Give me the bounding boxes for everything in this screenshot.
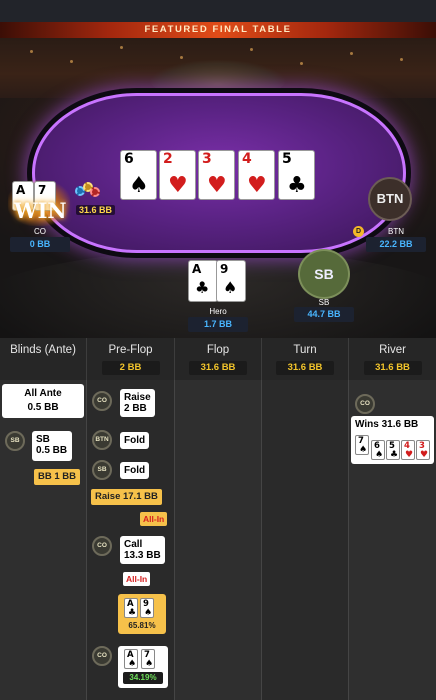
board-card-2: 2 ♥ [159, 150, 196, 200]
sb-avatar: SB [298, 249, 350, 299]
action-amount: 13.3 BB [124, 550, 161, 561]
co-position-chip: CO [92, 391, 112, 411]
col-title: Pre-Flop [108, 344, 153, 356]
co-position-chip: CO [355, 394, 375, 414]
action-label: Raise [124, 392, 151, 403]
col-body-blinds [0, 380, 87, 700]
btn-stack: 22.2 BB [366, 237, 426, 252]
col-header-turn[interactable]: Turn 31.6 BB [262, 338, 349, 380]
col-title: Turn [293, 344, 317, 356]
sb-stack: 44.7 BB [294, 307, 354, 322]
winning-card-3: 5 ♣ [386, 440, 400, 460]
sb-name: SB [318, 298, 330, 307]
hand-replay-screen: FEATURED FINAL TABLE 6♠ 2♥ 3♥ 4♥ 5♣ [0, 0, 436, 700]
co-showdown-hand[interactable]: A ♠ 7 ♠ 34.19% [118, 646, 168, 688]
co-name: CO [34, 227, 46, 236]
col-header-preflop[interactable]: Pre-Flop 2 BB [87, 338, 175, 380]
hero-raise-tag[interactable]: Raise 17.1 BB [91, 489, 162, 505]
board-card-4: 4 ♥ [238, 150, 275, 200]
col-header-flop[interactable]: Flop 31.6 BB [175, 338, 262, 380]
col-header-river[interactable]: River 31.6 BB [349, 338, 436, 380]
sb-blind-value: 0.5 BB [36, 445, 68, 456]
sb-position-chip: SB [5, 431, 25, 451]
pot-badge: 2 BB [101, 361, 160, 375]
board-card-1: 6 ♠ [120, 150, 157, 200]
btn-avatar: BTN [368, 177, 412, 221]
winning-card-2: 6 ♠ [371, 440, 385, 460]
hero-equity: 65.81% [128, 621, 156, 630]
action-label: Call [124, 539, 143, 550]
co-stack: 0 BB [10, 237, 70, 252]
hero-mini-card-1: A ♣ [124, 598, 138, 618]
co-allin-badge: All-In [123, 572, 151, 586]
ante-bubble[interactable]: All Ante 0.5 BB [2, 384, 84, 418]
co-equity: 34.19% [123, 672, 163, 684]
col-title: River [379, 344, 406, 356]
col-header-blinds[interactable]: Blinds (Ante) [0, 338, 87, 380]
river-wins-bubble[interactable]: Wins 31.6 BB 7 ♠ 6 ♠ 5 ♣ 4 ♥ 3 ♥ [351, 416, 434, 464]
ante-title: All Ante [24, 388, 62, 399]
col-body-flop [175, 380, 262, 700]
co-call-bubble[interactable]: Call 13.3 BB [120, 536, 165, 564]
action-history: Blinds (Ante) Pre-Flop 2 BB Flop 31.6 BB… [0, 338, 436, 700]
board-card-5: 5 ♣ [278, 150, 315, 200]
co-raise-bubble[interactable]: Raise 2 BB [120, 389, 155, 417]
win-label: WIN [14, 198, 67, 223]
sb-position-chip: SB [92, 460, 112, 480]
hero-hole-card-1: A ♣ [188, 260, 218, 302]
board-card-3: 3 ♥ [198, 150, 235, 200]
hero-hole-card-2: 9 ♠ [216, 260, 246, 302]
co-bet-amount: 31.6 BB [76, 205, 116, 215]
col-title: Blinds (Ante) [10, 344, 76, 356]
hero-stack: 1.7 BB [188, 317, 248, 332]
co-mini-card-2: 7 ♠ [141, 649, 155, 669]
hero-name: Hero [209, 307, 227, 316]
wins-label: Wins 31.6 BB [355, 419, 419, 430]
featured-banner: FEATURED FINAL TABLE [0, 22, 436, 38]
top-bar [0, 0, 436, 22]
sb-blind-title: SB [36, 434, 50, 445]
action-amount: 2 BB [124, 403, 147, 414]
co-bet-chips [75, 182, 101, 200]
sb-blind-bubble[interactable]: SB 0.5 BB [32, 431, 72, 461]
hero-mini-card-2: 9 ♠ [140, 598, 154, 618]
bb-tag[interactable]: BB 1 BB [34, 469, 81, 485]
hero-showdown-hand[interactable]: A ♣ 9 ♠ 65.81% [118, 594, 166, 634]
pot-badge: 31.6 BB [276, 361, 334, 375]
col-title: Flop [206, 344, 230, 356]
ante-value: 0.5 BB [27, 402, 59, 413]
winning-card-1: 7 ♠ [355, 435, 369, 455]
btn-position-chip: BTN [92, 430, 112, 450]
pot-badge: 31.6 BB [189, 361, 247, 375]
col-body-turn [262, 380, 349, 700]
winning-card-5: 3 ♥ [416, 440, 430, 460]
hero-allin-badge: All-In [140, 512, 168, 526]
sb-fold-bubble[interactable]: Fold [120, 462, 150, 479]
table-scene: FEATURED FINAL TABLE 6♠ 2♥ 3♥ 4♥ 5♣ [0, 0, 436, 338]
btn-fold-bubble[interactable]: Fold [120, 432, 150, 449]
winning-card-4: 4 ♥ [401, 440, 415, 460]
co-mini-card-1: A ♠ [124, 649, 138, 669]
btn-name: BTN [388, 227, 404, 236]
dealer-button-icon: D [353, 226, 364, 237]
pot-badge: 31.6 BB [363, 361, 422, 375]
co-position-chip: CO [92, 646, 112, 666]
co-position-chip: CO [92, 536, 112, 556]
